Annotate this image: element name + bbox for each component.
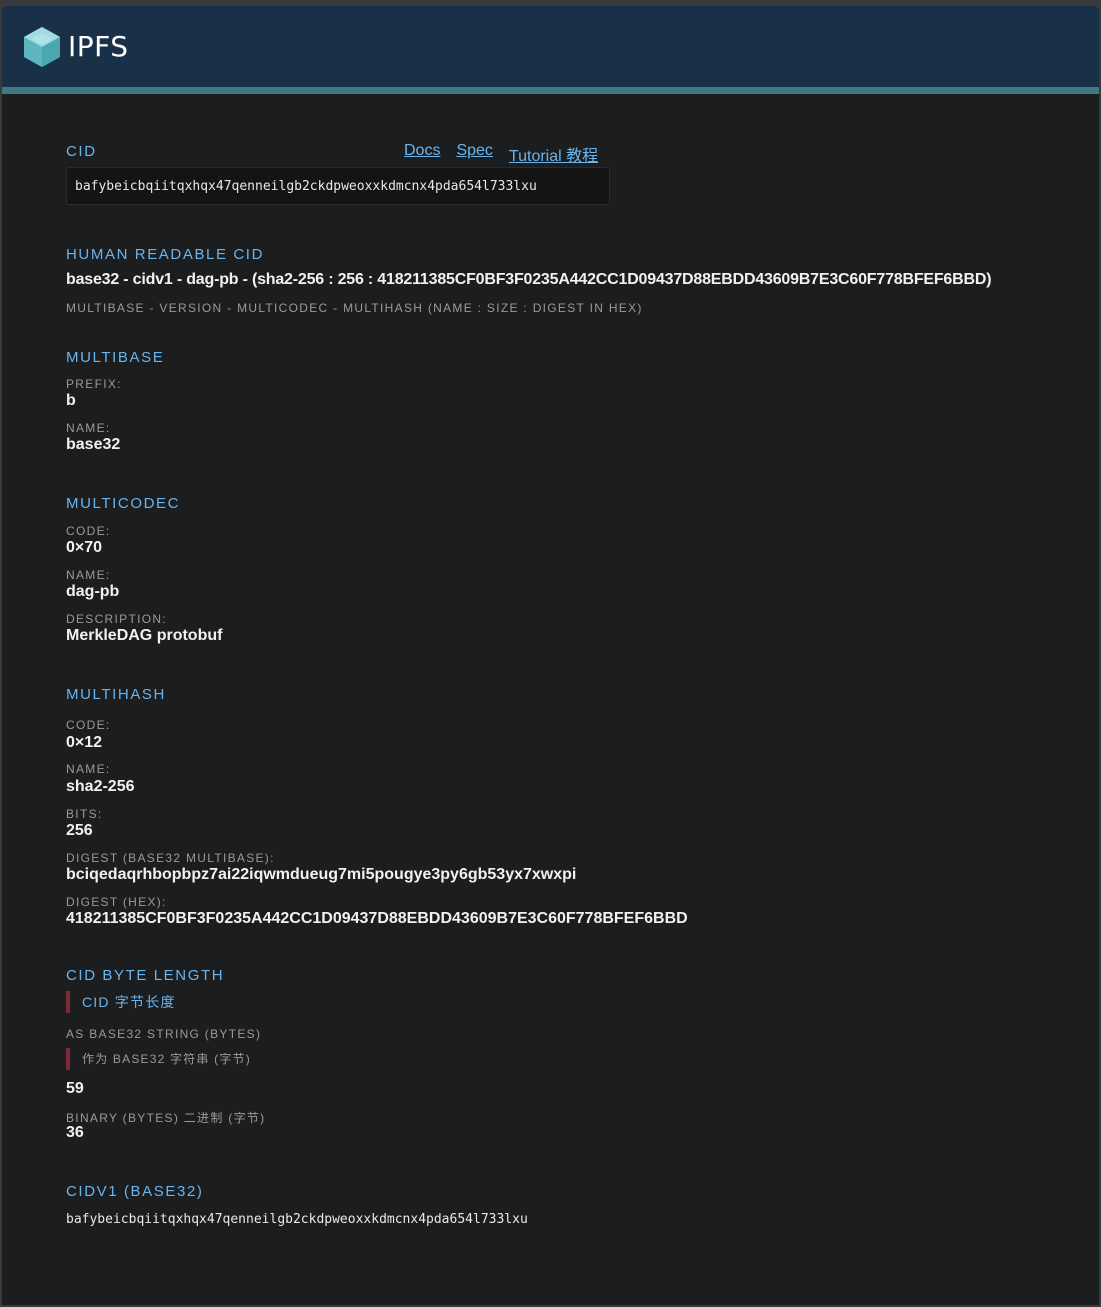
binary-bytes-label: BINARY (BYTES) 二进制 (字节)	[66, 1111, 266, 1125]
spec-link[interactable]: Spec	[456, 142, 492, 166]
multicodec-description-label: DESCRIPTION:	[66, 612, 167, 626]
byte-length-title: CID BYTE LENGTH	[66, 967, 225, 984]
human-readable-legend: MULTIBASE - VERSION - MULTICODEC - MULTI…	[66, 301, 643, 315]
multibase-name-label: NAME:	[66, 421, 111, 435]
base32-bytes-label-zh: 作为 BASE32 字符串 (字节)	[66, 1048, 251, 1070]
app-logo-text[interactable]: IPFS	[68, 30, 129, 63]
multicodec-title: MULTICODEC	[66, 495, 181, 512]
multihash-code-value: 0×12	[66, 734, 103, 751]
multihash-name-value: sha2-256	[66, 778, 135, 795]
cidv1-title: CIDV1 (BASE32)	[66, 1183, 204, 1200]
app-window: IPFS CID Docs Spec Tutorial 教程 bafybeicb…	[2, 6, 1099, 1305]
byte-length-title-zh: CID 字节长度	[66, 991, 176, 1013]
multibase-title: MULTIBASE	[66, 349, 165, 366]
binary-bytes-value: 36	[66, 1124, 84, 1141]
multibase-prefix-label: PREFIX:	[66, 377, 122, 391]
multihash-digest-hex-value: 418211385CF0BF3F0235A442CC1D09437D88EBDD…	[66, 910, 688, 927]
human-readable-cid: base32 - cidv1 - dag-pb - (sha2-256 : 25…	[66, 271, 992, 288]
base32-bytes-label: AS BASE32 STRING (BYTES)	[66, 1027, 262, 1041]
base32-bytes-value: 59	[66, 1080, 84, 1097]
docs-link[interactable]: Docs	[404, 142, 440, 166]
multibase-name-value: base32	[66, 436, 121, 453]
ipfs-cube-icon[interactable]	[22, 25, 62, 69]
cidv1-value[interactable]: bafybeicbqiitqxhqx47qenneilgb2ckdpweoxxk…	[66, 1212, 528, 1227]
multihash-digest-b32-value: bciqedaqrhbopbpz7ai22iqwmdueug7mi5pougye…	[66, 866, 577, 883]
multihash-bits-label: BITS:	[66, 807, 103, 821]
multicodec-name-value: dag-pb	[66, 583, 120, 600]
multicodec-code-value: 0×70	[66, 539, 103, 556]
human-readable-title: HUMAN READABLE CID	[66, 246, 264, 263]
multicodec-code-label: CODE:	[66, 524, 111, 538]
multihash-digest-hex-label: DIGEST (HEX):	[66, 895, 167, 909]
doc-links: Docs Spec Tutorial 教程	[404, 142, 598, 166]
multibase-prefix-value: b	[66, 392, 76, 409]
multicodec-name-label: NAME:	[66, 568, 111, 582]
multihash-name-label: NAME:	[66, 762, 111, 776]
cid-input-value[interactable]: bafybeicbqiitqxhqx47qenneilgb2ckdpweoxxk…	[75, 179, 537, 194]
multicodec-description-value: MerkleDAG protobuf	[66, 627, 223, 644]
multihash-digest-b32-label: DIGEST (BASE32 MULTIBASE):	[66, 851, 275, 865]
multihash-code-label: CODE:	[66, 718, 111, 732]
tutorial-link[interactable]: Tutorial 教程	[509, 142, 598, 166]
multihash-title: MULTIHASH	[66, 686, 166, 703]
multihash-bits-value: 256	[66, 822, 93, 839]
cid-input-box[interactable]: bafybeicbqiitqxhqx47qenneilgb2ckdpweoxxk…	[66, 167, 610, 205]
header-bar: IPFS	[2, 6, 1099, 94]
cid-section-title: CID	[66, 143, 97, 160]
